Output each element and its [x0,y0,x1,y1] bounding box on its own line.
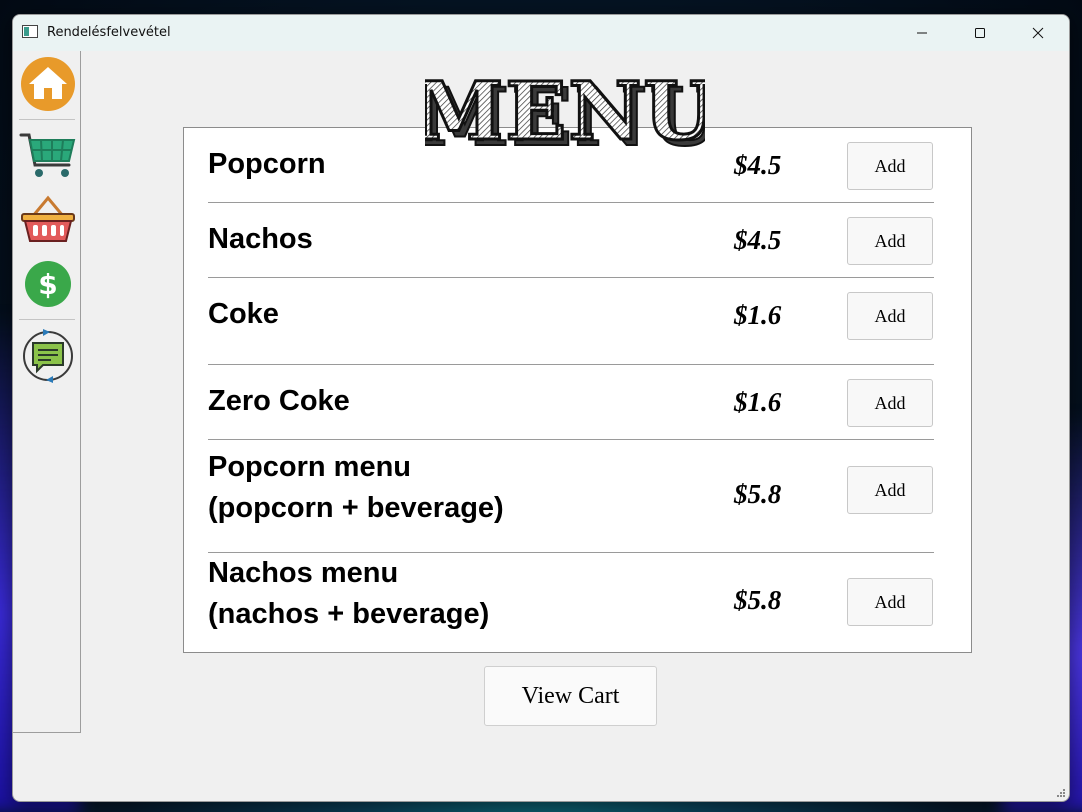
menu-row-coke: Coke $1.6 Add [208,292,934,350]
svg-text:MENU: MENU [425,65,705,157]
sidebar-item-cart[interactable] [19,127,77,185]
row-divider [208,364,934,365]
add-button[interactable]: Add [847,217,933,265]
item-name: Coke [208,298,279,330]
item-name: Zero Coke [208,385,350,417]
sidebar-divider [19,119,75,120]
item-price: $5.8 [734,585,782,615]
minimize-icon [917,32,927,34]
item-price: $1.6 [734,387,782,417]
row-divider [208,202,934,203]
title-bar[interactable]: Rendelésfelvevétel [13,15,1069,51]
view-cart-button[interactable]: View Cart [484,666,657,726]
sidebar: $ [13,51,81,733]
item-name: Nachos menu (nachos + beverage) [208,557,490,630]
dollar-icon: $ [25,261,71,307]
feedback-chat-icon [23,329,73,383]
sidebar-item-feedback[interactable] [19,327,77,385]
add-button[interactable]: Add [847,379,933,427]
sidebar-divider [19,319,75,320]
item-price: $1.6 [734,300,782,330]
sidebar-item-payment[interactable]: $ [19,255,77,313]
item-price: $4.5 [734,225,782,255]
row-divider [208,439,934,440]
add-button[interactable]: Add [847,578,933,626]
maximize-icon [975,28,985,38]
add-button[interactable]: Add [847,142,933,190]
svg-text:$: $ [38,268,57,301]
row-divider [208,277,934,278]
item-name: Popcorn [208,148,326,180]
item-name: Popcorn menu (popcorn + beverage) [208,451,504,524]
sidebar-item-basket[interactable] [19,191,77,249]
home-icon [21,57,75,111]
close-button[interactable] [1015,15,1061,51]
item-name: Nachos [208,223,313,255]
item-price: $4.5 [734,150,782,180]
add-button[interactable]: Add [847,466,933,514]
resize-grip-icon[interactable] [1056,788,1066,798]
shopping-basket-icon [21,195,75,242]
menu-row-zero-coke: Zero Coke $1.6 Add [208,379,934,437]
minimize-button[interactable] [899,15,945,51]
item-price: $5.8 [734,479,782,509]
app-window: Rendelésfelvevétel $ Popcorn $4.5 Add Na… [12,14,1070,802]
maximize-button[interactable] [957,15,1003,51]
menu-row-popcorn-menu: Popcorn menu (popcorn + beverage) $5.8 A… [208,447,934,542]
app-icon [22,25,38,38]
add-button[interactable]: Add [847,292,933,340]
menu-row-nachos: Nachos $4.5 Add [208,217,934,275]
sidebar-item-home[interactable] [19,55,77,113]
window-title: Rendelésfelvevétel [47,25,171,40]
menu-row-nachos-menu: Nachos menu (nachos + beverage) $5.8 Add [208,553,934,648]
close-icon [1032,27,1044,39]
shopping-cart-icon [19,133,76,177]
menu-header-logo: MENU MENU [425,65,705,157]
menu-list: Popcorn $4.5 Add Nachos $4.5 Add Coke $1… [183,127,972,653]
